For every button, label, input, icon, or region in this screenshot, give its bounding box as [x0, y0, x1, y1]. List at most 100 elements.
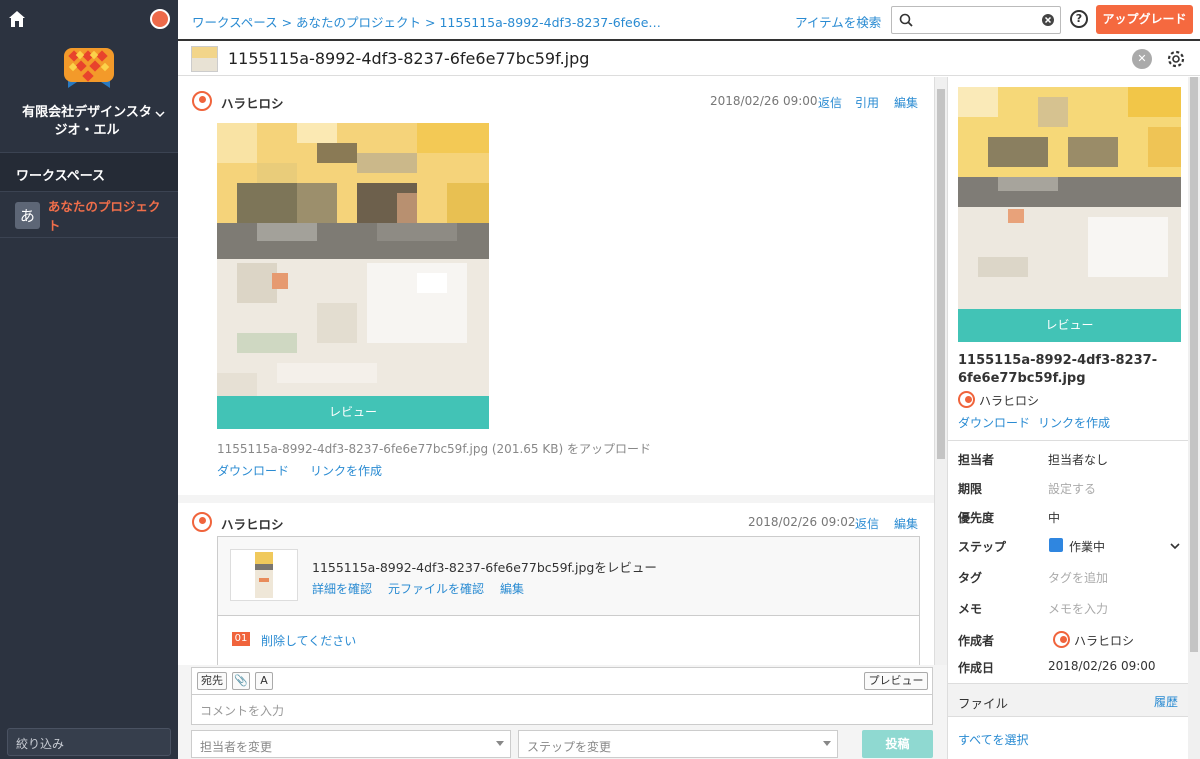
review-title: 1155115a-8992-4df3-8237-6fe6e77bc59f.jpg… — [312, 560, 657, 575]
post-timestamp: 2018/02/26 09:02 — [748, 515, 856, 529]
prop-value: 設定する — [1048, 482, 1097, 496]
file-title: 1155115a-8992-4df3-8237-6fe6e77bc59f.jpg — [228, 49, 590, 68]
feed-scrollbar[interactable] — [934, 77, 947, 665]
breadcrumb-text[interactable]: ワークスペース > あなたのプロジェクト > 1155115a-8992-4df… — [192, 15, 661, 30]
edit-review-link[interactable]: 編集 — [500, 580, 524, 597]
upgrade-button[interactable]: アップグレード — [1096, 5, 1193, 34]
filter-input[interactable]: 絞り込み — [7, 728, 171, 756]
avatar — [192, 91, 212, 111]
image-preview[interactable] — [217, 123, 489, 399]
prop-label: 期限 — [958, 482, 983, 496]
chevron-down-icon[interactable] — [154, 108, 166, 120]
create-link[interactable]: リンクを作成 — [310, 462, 382, 479]
post-user: ハラヒロシ — [221, 96, 284, 111]
breadcrumb[interactable]: ワークスペース > あなたのプロジェクト > 1155115a-8992-4df… — [192, 12, 661, 31]
caret-down-icon — [823, 741, 831, 746]
sidebar-item-label: あなたのプロジェクト — [47, 199, 161, 233]
view-details-link[interactable]: 詳細を確認 — [312, 580, 372, 597]
prop-label: 優先度 — [958, 511, 995, 525]
review-thumbnail[interactable] — [230, 549, 298, 601]
prop-value: タグを追加 — [1048, 571, 1109, 585]
review-card: 1155115a-8992-4df3-8237-6fe6e77bc59f.jpg… — [217, 536, 920, 616]
prop-label: 担当者 — [958, 453, 995, 467]
app-logo — [64, 48, 114, 88]
upload-text: 1155115a-8992-4df3-8237-6fe6e77bc59f.jpg… — [217, 442, 651, 456]
panel-review-button[interactable]: レビュー — [958, 309, 1181, 342]
sidebar-item-project[interactable]: あ あなたのプロジェクト — [0, 193, 178, 238]
prop-value: ハラヒロシ — [1074, 634, 1135, 648]
panel-filename: 1155115a-8992-4df3-8237-6fe6e77bc59f.jpg — [958, 353, 1158, 386]
composer-toolbar: 宛先 📎 A プレビュー — [191, 667, 933, 695]
comment-number[interactable]: 01 — [232, 632, 250, 646]
comment-input[interactable]: コメントを入力 — [191, 695, 933, 725]
clear-icon[interactable] — [1041, 13, 1055, 27]
review-button[interactable]: レビュー — [217, 396, 489, 429]
scrollbar-thumb[interactable] — [937, 89, 945, 459]
comment-composer: 宛先 📎 A プレビュー コメントを入力 担当者を変更 ステップを変更 投稿 — [178, 665, 947, 759]
avatar — [958, 391, 975, 408]
edit-link[interactable]: 編集 — [894, 515, 918, 532]
files-section-header: ファイル 履歴 — [948, 683, 1188, 717]
project-badge: あ — [15, 201, 40, 229]
edit-link[interactable]: 編集 — [894, 94, 918, 111]
assignee-select[interactable]: 担当者を変更 — [191, 730, 511, 758]
reply-link[interactable]: 返信 — [855, 515, 879, 532]
prop-value: 作業中 — [1069, 540, 1106, 554]
sidebar: 有限会社デザインスタジオ・エル ワークスペース あ あなたのプロジェクト 絞り込… — [0, 0, 178, 759]
select-all-link[interactable]: すべてを選択 — [958, 731, 1028, 748]
post-review: ハラヒロシ 2018/02/26 09:02 返信 編集 1155115a-89… — [178, 503, 934, 665]
prop-label: ステップ — [958, 540, 1007, 554]
avatar — [1053, 631, 1070, 648]
mention-button[interactable]: 宛先 — [197, 672, 227, 690]
post-button[interactable]: 投稿 — [862, 730, 933, 758]
file-thumbnail — [191, 46, 218, 72]
prop-value: 2018/02/26 09:00 — [1048, 659, 1156, 673]
gear-icon[interactable] — [1166, 49, 1186, 69]
prop-creator: 作成者 ハラヒロシ — [958, 631, 1183, 650]
panel-scrollbar[interactable] — [1188, 77, 1200, 759]
panel-download-link[interactable]: ダウンロード — [958, 414, 1030, 431]
prop-value: メモを入力 — [1048, 602, 1109, 616]
download-link[interactable]: ダウンロード — [217, 462, 289, 479]
comment-list: 01 削除してください — [217, 616, 920, 665]
step-select-label: ステップを変更 — [527, 740, 612, 754]
user-avatar[interactable] — [150, 9, 170, 29]
panel-create-link[interactable]: リンクを作成 — [1038, 414, 1110, 431]
details-panel: レビュー 1155115a-8992-4df3-8237-6fe6e77bc59… — [947, 77, 1188, 759]
reply-link[interactable]: 返信 — [818, 94, 842, 111]
activity-feed: ハラヒロシ 2018/02/26 09:00 返信 引用 編集 レビュー 115… — [178, 77, 934, 665]
home-icon[interactable] — [8, 10, 26, 28]
top-bar: ワークスペース > あなたのプロジェクト > 1155115a-8992-4df… — [178, 0, 1200, 41]
org-name[interactable]: 有限会社デザインスタジオ・エル — [22, 104, 152, 140]
files-heading: ファイル — [958, 696, 1009, 711]
prop-label: 作成者 — [958, 634, 995, 648]
step-select[interactable]: ステップを変更 — [518, 730, 838, 758]
pin-icon[interactable]: ✕ — [1132, 49, 1152, 69]
prop-value: 担当者なし — [1048, 453, 1109, 467]
help-icon[interactable]: ? — [1070, 10, 1088, 28]
preview-button[interactable]: プレビュー — [864, 672, 928, 690]
attach-icon[interactable]: 📎 — [232, 672, 250, 690]
scrollbar-thumb[interactable] — [1190, 77, 1198, 652]
search-icon — [899, 13, 913, 27]
search-items-link[interactable]: アイテムを検索 — [795, 12, 881, 31]
post-user: ハラヒロシ — [221, 517, 284, 532]
prop-label: 作成日 — [958, 661, 995, 675]
assignee-select-label: 担当者を変更 — [200, 740, 273, 754]
caret-down-icon — [496, 741, 504, 746]
view-original-link[interactable]: 元ファイルを確認 — [388, 580, 484, 597]
panel-user: ハラヒロシ — [979, 394, 1040, 408]
comment-text[interactable]: 削除してください — [261, 632, 356, 649]
history-link[interactable]: 履歴 — [1154, 693, 1178, 710]
prop-step[interactable]: ステップ 作業中 — [958, 538, 1183, 556]
file-header: 1155115a-8992-4df3-8237-6fe6e77bc59f.jpg… — [178, 42, 1200, 76]
prop-label: タグ — [958, 571, 983, 585]
quote-link[interactable]: 引用 — [855, 94, 879, 111]
sidebar-item-workspace[interactable]: ワークスペース — [0, 152, 178, 192]
panel-image-preview[interactable] — [958, 87, 1181, 309]
font-button[interactable]: A — [255, 672, 273, 690]
prop-value: 中 — [1048, 511, 1061, 525]
divider — [948, 440, 1188, 441]
chevron-down-icon[interactable] — [1169, 540, 1181, 552]
search-input[interactable] — [891, 6, 1061, 34]
